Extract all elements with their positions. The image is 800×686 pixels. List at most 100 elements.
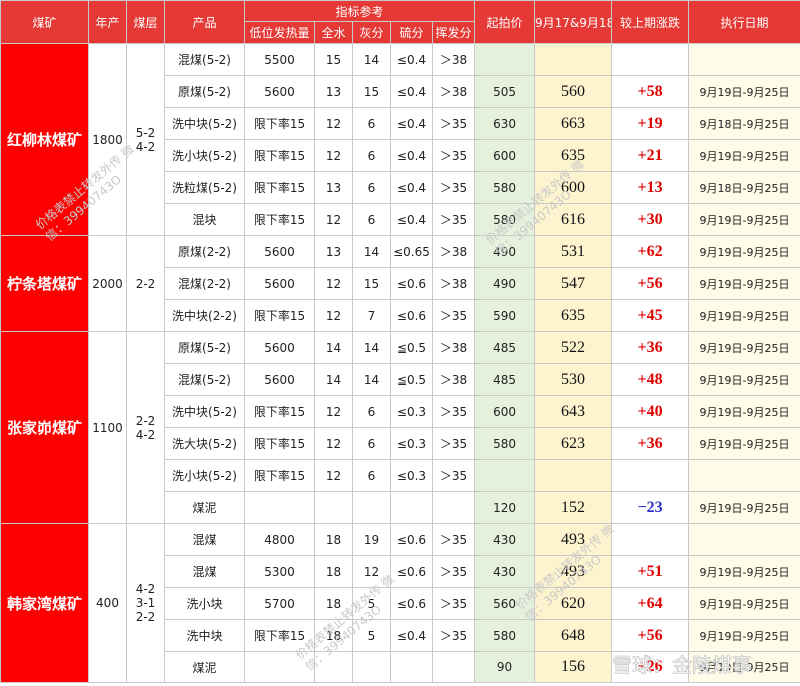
mine-name: 红柳林煤矿 <box>0 43 89 236</box>
cell-product: 混煤(5-2) <box>164 363 245 396</box>
cell-start: 505 <box>474 75 536 108</box>
cell-calorific <box>244 491 315 524</box>
annual-output: 1800 <box>88 43 127 236</box>
cell-product: 混煤 <box>164 523 245 556</box>
cell-start: 430 <box>474 555 536 588</box>
cell-change: +26 <box>611 651 690 683</box>
cell-moisture: 12 <box>314 299 353 332</box>
cell-date: 9月18日-9月25日 <box>688 171 800 204</box>
cell-change: +40 <box>611 395 690 428</box>
cell-start: 580 <box>474 427 536 460</box>
cell-moisture: 15 <box>314 43 353 76</box>
cell-calorific: 5600 <box>244 331 315 364</box>
cell-start: 580 <box>474 619 536 652</box>
cell-date: 9月19日-9月25日 <box>688 555 800 588</box>
cell-moisture: 13 <box>314 75 353 108</box>
cell-sulfur: ≤0.6 <box>390 267 433 300</box>
cell-ash: 19 <box>352 523 391 556</box>
coal-layer: 5-2 4-2 <box>126 43 165 236</box>
cell-ash: 14 <box>352 363 391 396</box>
cell-product: 煤泥 <box>164 491 245 524</box>
cell-date: 9月19日-9月25日 <box>688 651 800 683</box>
cell-product: 洗中块(5-2) <box>164 395 245 428</box>
cell-moisture: 18 <box>314 523 353 556</box>
cell-date: 9月19日-9月25日 <box>688 491 800 524</box>
cell-volatile: ＞35 <box>431 139 476 172</box>
cell-volatile: ＞35 <box>431 107 476 140</box>
cell-product: 混煤(2-2) <box>164 267 245 300</box>
cell-sulfur: ≤0.6 <box>390 299 433 332</box>
mine-name: 柠条塔煤矿 <box>0 235 89 332</box>
cell-price: 643 <box>534 395 613 428</box>
cell-calorific: 限下率15 <box>244 171 315 204</box>
cell-volatile: ＞38 <box>431 43 476 76</box>
cell-product: 洗小块 <box>164 587 245 620</box>
cell-sulfur: ≤0.4 <box>390 203 433 236</box>
cell-calorific <box>244 651 315 683</box>
cell-change: +51 <box>611 555 690 588</box>
cell-change: +19 <box>611 107 690 140</box>
cell-product: 混煤 <box>164 555 245 588</box>
cell-change: +21 <box>611 139 690 172</box>
cell-sulfur: ≦0.5 <box>390 331 433 364</box>
cell-ash: 6 <box>352 427 391 460</box>
cell-moisture: 18 <box>314 555 353 588</box>
cell-change: +56 <box>611 619 690 652</box>
cell-price: 156 <box>534 651 613 683</box>
cell-start: 600 <box>474 395 536 428</box>
cell-date: 9月19日-9月25日 <box>688 139 800 172</box>
annual-output: 400 <box>88 523 127 683</box>
cell-change: +48 <box>611 363 690 396</box>
header-layer: 煤层 <box>126 0 165 44</box>
cell-product: 原煤(2-2) <box>164 235 245 268</box>
cell-start <box>474 43 536 76</box>
cell-ash: 6 <box>352 395 391 428</box>
cell-date: 9月19日-9月25日 <box>688 203 800 236</box>
cell-price: 620 <box>534 587 613 620</box>
cell-start: 485 <box>474 363 536 396</box>
cell-sulfur: ≤0.4 <box>390 75 433 108</box>
cell-start: 90 <box>474 651 536 683</box>
table-row: 柠条塔煤矿 2000 2-2 原煤(2-2) 5600 13 14 ≤0.65 ＞38 490 53… <box>0 235 800 332</box>
cell-product: 煤泥 <box>164 651 245 683</box>
cell-moisture: 12 <box>314 139 353 172</box>
header-moisture: 全水 <box>314 21 353 44</box>
cell-calorific: 限下率15 <box>244 299 315 332</box>
cell-moisture: 12 <box>314 459 353 492</box>
cell-ash: 15 <box>352 267 391 300</box>
cell-ash: 6 <box>352 203 391 236</box>
cell-volatile: ＞38 <box>431 331 476 364</box>
cell-change: +56 <box>611 267 690 300</box>
header-mine: 煤矿 <box>0 0 89 44</box>
cell-start: 485 <box>474 331 536 364</box>
cell-ash: 6 <box>352 107 391 140</box>
cell-price: 493 <box>534 555 613 588</box>
cell-ash: 5 <box>352 619 391 652</box>
cell-price: 530 <box>534 363 613 396</box>
cell-price: 616 <box>534 203 613 236</box>
cell-moisture <box>314 491 353 524</box>
header-index-ref: 指标参考 <box>243 0 476 22</box>
header-output: 年产 <box>88 0 127 44</box>
cell-date: 9月19日-9月25日 <box>688 331 800 364</box>
header-sulfur: 硫分 <box>390 21 433 44</box>
cell-calorific: 限下率15 <box>244 395 315 428</box>
cell-change <box>611 523 690 556</box>
cell-change: +36 <box>611 427 690 460</box>
cell-ash: 6 <box>352 171 391 204</box>
cell-price: 547 <box>534 267 613 300</box>
cell-price: 635 <box>534 299 613 332</box>
cell-volatile: ＞35 <box>431 619 476 652</box>
cell-volatile <box>431 491 476 524</box>
cell-start: 490 <box>474 267 536 300</box>
cell-volatile: ＞35 <box>431 299 476 332</box>
cell-ash: 6 <box>352 459 391 492</box>
cell-ash <box>352 651 391 683</box>
cell-start: 580 <box>474 203 536 236</box>
cell-start <box>474 459 536 492</box>
cell-change: +62 <box>611 235 690 268</box>
coal-layer: 4-2 3-1 2-2 <box>126 523 165 683</box>
cell-sulfur: ≤0.3 <box>390 395 433 428</box>
cell-sulfur: ≤0.3 <box>390 459 433 492</box>
cell-sulfur: ≤0.4 <box>390 139 433 172</box>
